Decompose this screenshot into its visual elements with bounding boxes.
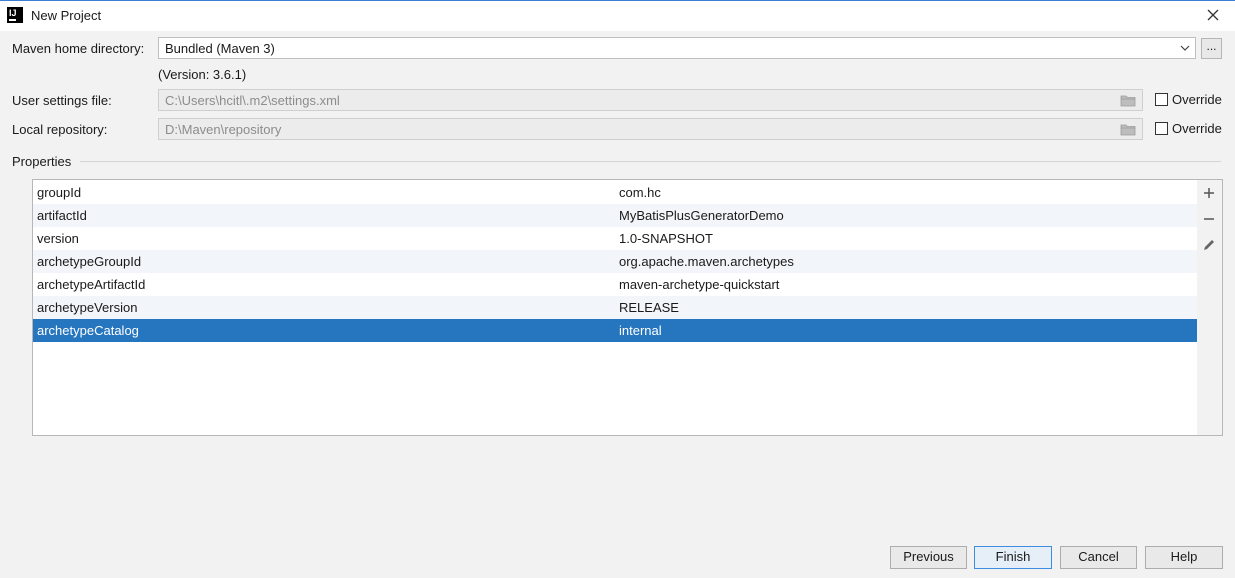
pencil-icon[interactable] xyxy=(1201,237,1217,253)
help-button-label: Help xyxy=(1170,549,1198,564)
folder-icon[interactable] xyxy=(1120,94,1136,107)
maven-home-browse-button[interactable]: ... xyxy=(1201,38,1222,59)
properties-table[interactable]: groupId com.hc artifactId MyBatisPlusGen… xyxy=(32,179,1198,436)
properties-divider xyxy=(80,161,1221,162)
property-value: com.hc xyxy=(619,185,661,200)
cancel-button[interactable]: Cancel xyxy=(1060,546,1137,569)
property-key: archetypeCatalog xyxy=(37,323,139,338)
window-title: New Project xyxy=(31,8,102,23)
properties-toolbar xyxy=(1197,179,1223,436)
property-value: RELEASE xyxy=(619,300,679,315)
maven-home-label: Maven home directory: xyxy=(12,41,144,56)
finish-button-label: Finish xyxy=(995,549,1031,564)
table-row-selected[interactable]: archetypeCatalog internal xyxy=(33,319,1197,342)
table-row[interactable]: version 1.0-SNAPSHOT xyxy=(33,227,1197,250)
properties-title: Properties xyxy=(12,154,72,169)
property-value: 1.0-SNAPSHOT xyxy=(619,231,713,246)
local-repository-override-label[interactable]: Override xyxy=(1172,121,1222,136)
property-key: artifactId xyxy=(37,208,87,223)
folder-icon[interactable] xyxy=(1120,123,1136,136)
property-key: archetypeGroupId xyxy=(37,254,142,269)
local-repository-label: Local repository: xyxy=(12,122,108,137)
app-icon-letters: IJ xyxy=(9,8,17,18)
minus-icon[interactable] xyxy=(1201,211,1217,227)
previous-button[interactable]: Previous xyxy=(890,546,967,569)
app-icon-bar xyxy=(9,19,16,21)
maven-home-combobox[interactable]: Bundled (Maven 3) xyxy=(158,37,1196,59)
table-row[interactable]: groupId com.hc xyxy=(33,181,1197,204)
user-settings-override-label[interactable]: Override xyxy=(1172,92,1222,107)
maven-version-text: (Version: 3.6.1) xyxy=(158,67,247,82)
property-key: archetypeArtifactId xyxy=(37,277,146,292)
user-settings-field[interactable]: C:\Users\hcitl\.m2\settings.xml xyxy=(158,89,1143,111)
local-repository-value: D:\Maven\repository xyxy=(165,122,282,137)
local-repository-override-checkbox[interactable] xyxy=(1155,122,1168,135)
property-value: org.apache.maven.archetypes xyxy=(619,254,794,269)
user-settings-label: User settings file: xyxy=(12,93,112,108)
table-row[interactable]: archetypeVersion RELEASE xyxy=(33,296,1197,319)
plus-icon[interactable] xyxy=(1201,185,1217,201)
close-icon[interactable] xyxy=(1203,5,1223,25)
local-repository-field[interactable]: D:\Maven\repository xyxy=(158,118,1143,140)
help-button[interactable]: Help xyxy=(1145,546,1223,569)
property-value: internal xyxy=(619,323,662,338)
maven-home-label-text: Maven home directory: xyxy=(12,41,145,56)
previous-button-label: Previous xyxy=(903,549,954,564)
property-value: MyBatisPlusGeneratorDemo xyxy=(619,208,784,223)
property-key: groupId xyxy=(37,185,82,200)
finish-button[interactable]: Finish xyxy=(974,546,1052,569)
user-settings-value: C:\Users\hcitl\.m2\settings.xml xyxy=(165,93,340,108)
title-bar: IJ New Project xyxy=(0,0,1235,31)
property-key: archetypeVersion xyxy=(37,300,138,315)
maven-home-value: Bundled (Maven 3) xyxy=(165,41,275,56)
property-value: maven-archetype-quickstart xyxy=(619,277,780,292)
user-settings-override-checkbox[interactable] xyxy=(1155,93,1168,106)
cancel-button-label: Cancel xyxy=(1078,549,1119,564)
intellij-app-icon: IJ xyxy=(7,7,23,23)
table-row[interactable]: archetypeGroupId org.apache.maven.archet… xyxy=(33,250,1197,273)
property-key: version xyxy=(37,231,79,246)
table-row[interactable]: archetypeArtifactId maven-archetype-quic… xyxy=(33,273,1197,296)
chevron-down-icon[interactable] xyxy=(1179,43,1191,53)
table-row[interactable]: artifactId MyBatisPlusGeneratorDemo xyxy=(33,204,1197,227)
